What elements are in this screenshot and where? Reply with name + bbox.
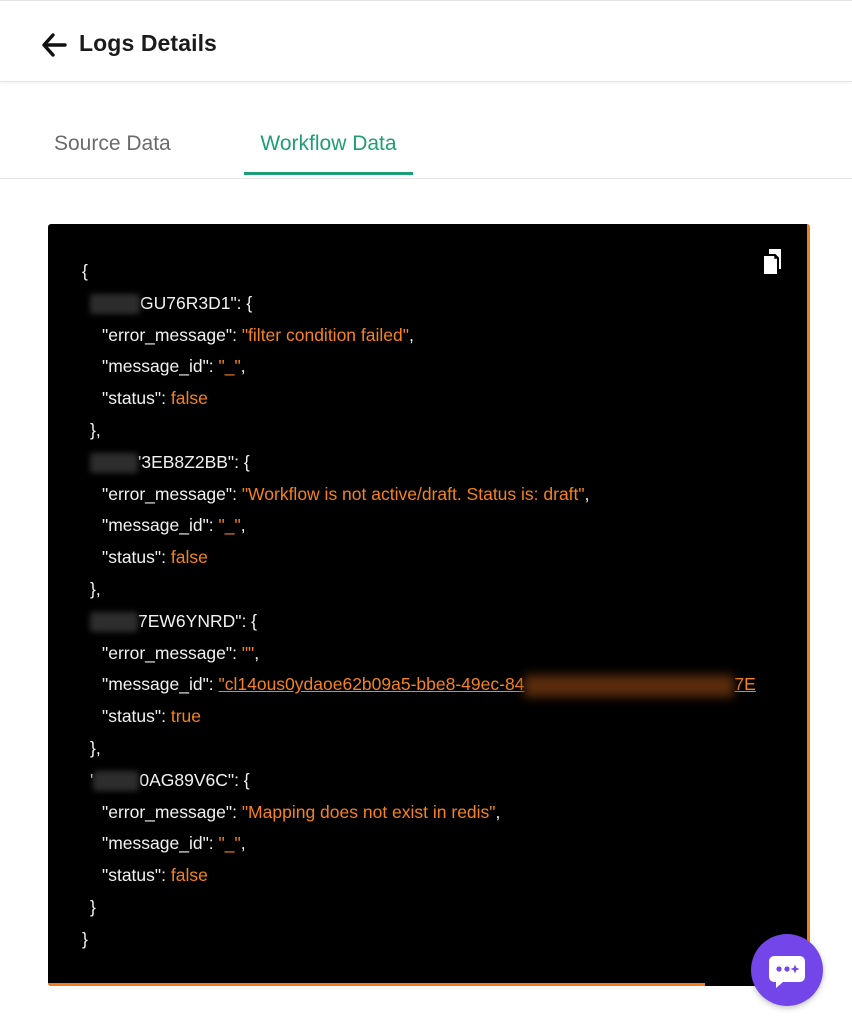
code-line: "message_id": "cl14ous0ydaoe62b09a5-bbe8…	[82, 669, 756, 701]
code-line: "message_id": "_",	[102, 515, 246, 536]
code-line: {	[82, 261, 88, 281]
json-viewer[interactable]: { GU76R3D1": { "error_message": "filter …	[48, 224, 810, 986]
json-code: { GU76R3D1": { "error_message": "filter …	[82, 256, 756, 956]
tab-bar: Source Data Workflow Data	[0, 100, 852, 179]
page-title: Logs Details	[79, 30, 217, 56]
code-line: '3EB8Z2BB": {	[82, 447, 756, 479]
redacted-key	[90, 294, 140, 315]
horizontal-scrollbar[interactable]	[48, 983, 705, 986]
code-line: "error_message": "Mapping does not exist…	[102, 801, 501, 822]
code-line: }	[90, 896, 96, 917]
message-id-link[interactable]: "cl14ous0ydaoe62b09a5-bbe8-49ec-84	[219, 674, 525, 694]
redacted-key	[90, 453, 138, 474]
code-line: "status": false	[102, 865, 208, 886]
redacted-key	[90, 612, 138, 633]
code-line: GU76R3D1": {	[82, 288, 756, 320]
chat-button[interactable]	[751, 934, 823, 1006]
code-line: 7EW6YNRD": {	[82, 606, 756, 638]
code-line: ' 0AG89V6C": {	[90, 769, 250, 792]
copy-button[interactable]	[760, 248, 786, 276]
redacted-key	[93, 771, 140, 792]
chat-bubble-icon	[769, 956, 805, 988]
code-line: },	[90, 737, 101, 758]
code-line: "message_id": "_",	[102, 356, 246, 377]
code-line: "message_id": "_",	[102, 833, 246, 854]
code-line: },	[90, 419, 101, 440]
redacted-message-id	[524, 674, 735, 697]
arrow-left-icon	[42, 33, 67, 57]
code-line: },	[90, 578, 101, 599]
code-line: "error_message": "Workflow is not active…	[102, 483, 590, 504]
tab-source-data[interactable]: Source Data	[54, 100, 171, 176]
code-line: "error_message": "filter condition faile…	[102, 324, 414, 345]
code-line: "error_message": "",	[102, 642, 260, 663]
code-line: "status": false	[102, 388, 208, 409]
back-button[interactable]	[40, 31, 70, 59]
code-line: "status": false	[102, 547, 208, 568]
code-line: }	[82, 928, 88, 949]
copy-icon	[762, 249, 781, 276]
page-header: Logs Details	[0, 0, 852, 82]
tab-workflow-data[interactable]: Workflow Data	[244, 100, 413, 176]
code-line: "status": true	[102, 706, 201, 727]
active-tab-indicator	[244, 172, 413, 175]
